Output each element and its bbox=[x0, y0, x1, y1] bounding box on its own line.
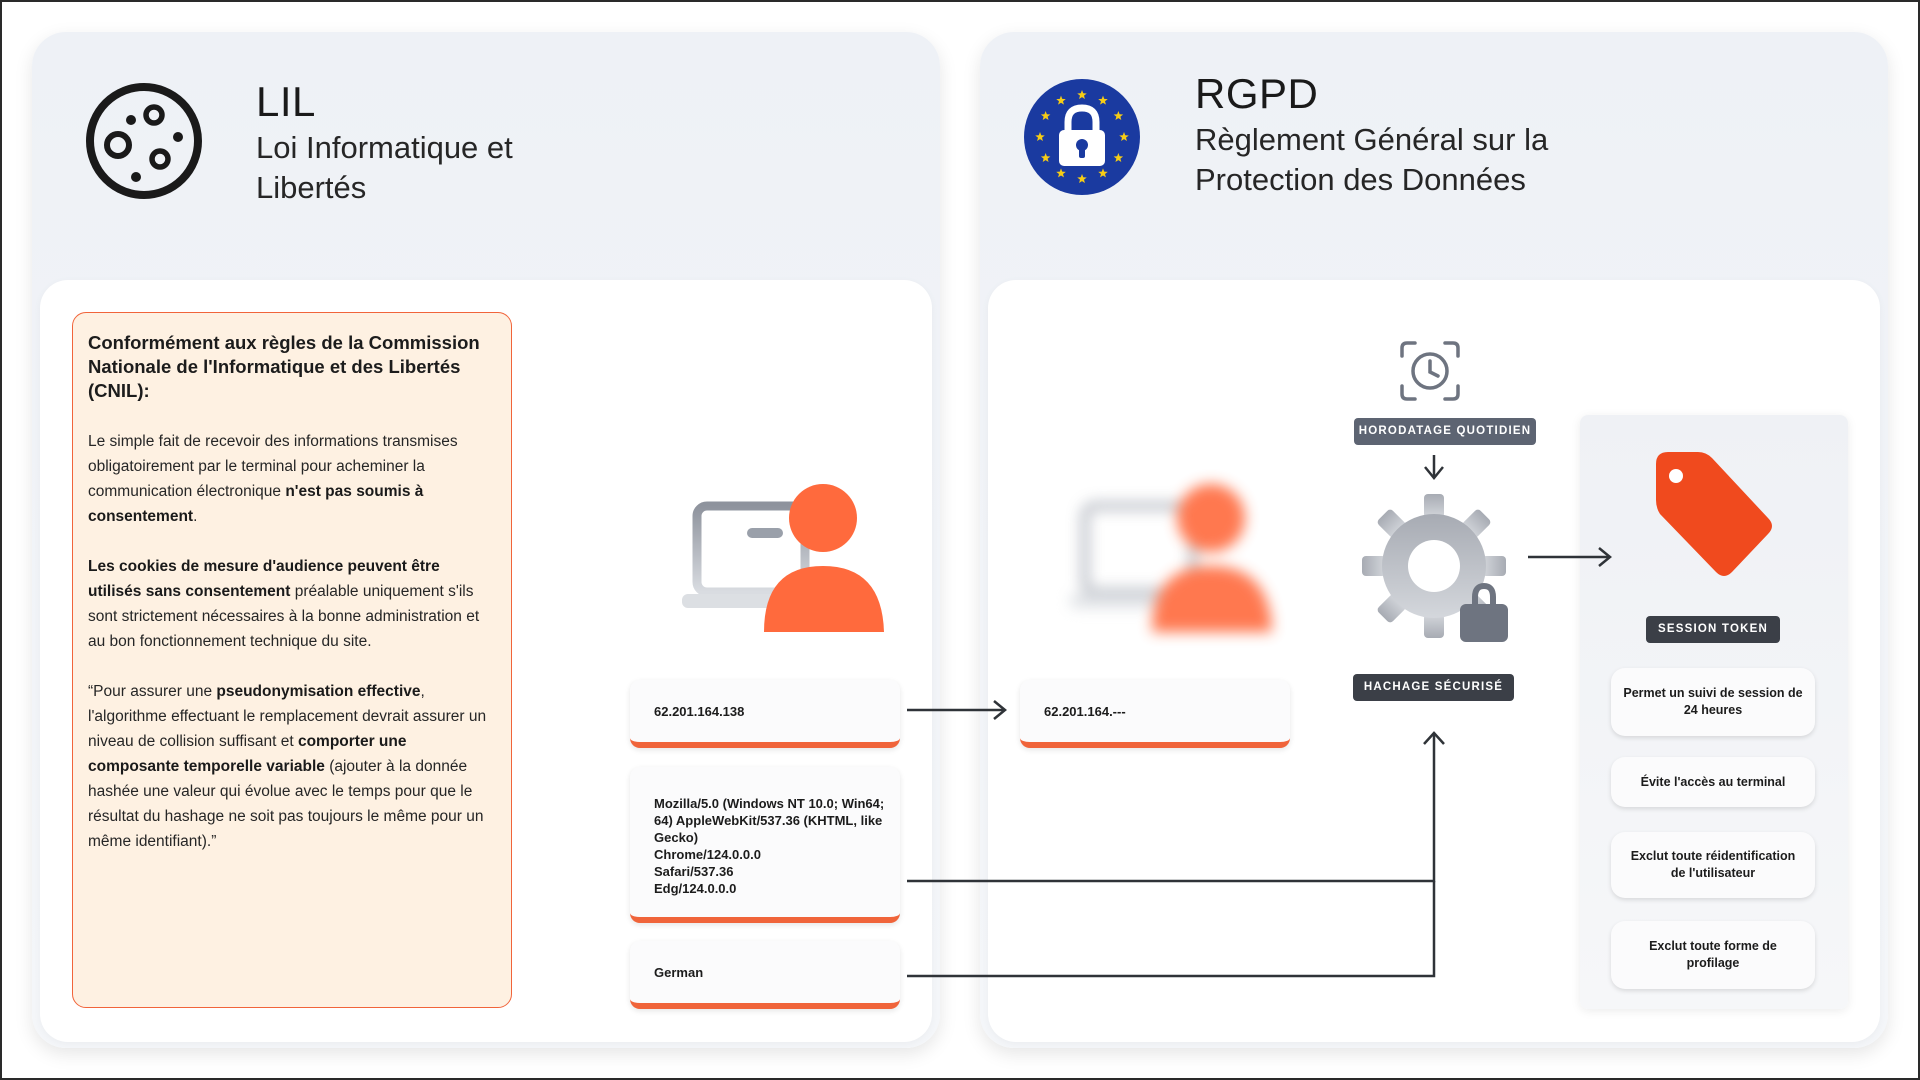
flow-connectors bbox=[907, 455, 1612, 978]
